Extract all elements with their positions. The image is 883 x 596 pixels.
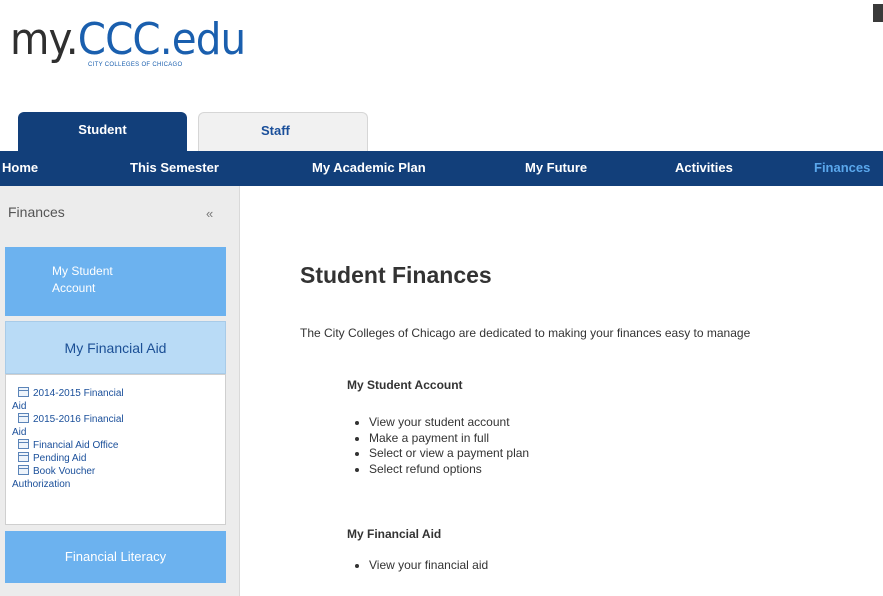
sidebar-item-financial-literacy[interactable]: Financial Literacy (5, 531, 226, 583)
link-2014-2015-financial-aid[interactable]: 2014-2015 Financial Aid (12, 387, 221, 413)
logo[interactable]: my.CCC.edu CITY COLLEGES OF CHICAGO (10, 14, 250, 74)
calendar-icon (18, 387, 29, 397)
calendar-icon (18, 413, 29, 423)
main-nav: Home This Semester My Academic Plan My F… (0, 151, 883, 186)
nav-my-academic-plan[interactable]: My Academic Plan (312, 160, 426, 175)
section-heading-my-student-account: My Student Account (347, 378, 463, 392)
financial-aid-links: 2014-2015 Financial Aid 2015-2016 Financ… (5, 374, 226, 525)
section-heading-my-financial-aid: My Financial Aid (347, 527, 442, 541)
tab-staff[interactable]: Staff (198, 112, 368, 151)
sidebar-item-my-financial-aid[interactable]: My Financial Aid (5, 321, 226, 374)
list-item[interactable]: Select or view a payment plan (369, 446, 529, 462)
calendar-icon (18, 465, 29, 475)
intro-text: The City Colleges of Chicago are dedicat… (300, 326, 751, 340)
calendar-icon (18, 439, 29, 449)
sidebar-title: Finances (8, 204, 65, 220)
tab-student[interactable]: Student (18, 112, 187, 151)
list-item[interactable]: Make a payment in full (369, 431, 529, 447)
calendar-icon (18, 452, 29, 462)
link-pending-aid[interactable]: Pending Aid (12, 452, 221, 465)
nav-activities[interactable]: Activities (675, 160, 733, 175)
logo-wordmark: my.CCC.edu (10, 14, 246, 65)
list-item[interactable]: View your financial aid (369, 558, 488, 574)
corner-block (873, 4, 883, 22)
collapse-sidebar-icon[interactable]: « (206, 206, 213, 221)
link-book-voucher-authorization[interactable]: Book Voucher Authorization (12, 465, 221, 491)
list-item[interactable]: View your student account (369, 415, 529, 431)
logo-subtitle: CITY COLLEGES OF CHICAGO (88, 62, 183, 68)
sidebar-item-label: My Student (52, 264, 113, 278)
nav-this-semester[interactable]: This Semester (130, 160, 219, 175)
sidebar-item-my-student-account[interactable]: My Student Account (5, 247, 226, 316)
list-item[interactable]: Select refund options (369, 462, 529, 478)
sidebar: Finances « My Student Account My Financi… (0, 186, 240, 596)
nav-finances[interactable]: Finances (814, 160, 870, 175)
nav-my-future[interactable]: My Future (525, 160, 587, 175)
link-2015-2016-financial-aid[interactable]: 2015-2016 Financial Aid (12, 413, 221, 439)
nav-home[interactable]: Home (2, 160, 38, 175)
student-account-list: View your student account Make a payment… (354, 415, 529, 477)
page-title: Student Finances (300, 262, 492, 288)
link-financial-aid-office[interactable]: Financial Aid Office (12, 439, 221, 452)
financial-aid-list: View your financial aid (354, 558, 488, 574)
sidebar-item-label: Account (52, 281, 96, 295)
